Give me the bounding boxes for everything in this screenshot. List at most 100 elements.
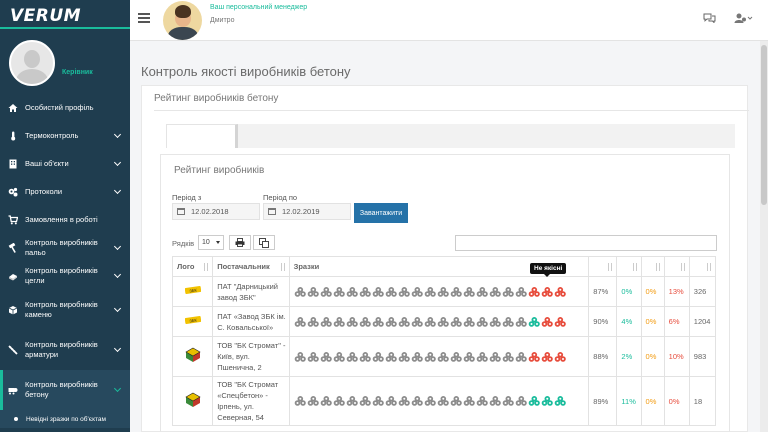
- sidebar-item-label: Контроль виробників арматури: [25, 340, 98, 359]
- quality-percent: 90%: [588, 306, 618, 337]
- sidebar-item-rebar[interactable]: Контроль виробників арматури: [0, 330, 130, 370]
- chat-icon[interactable]: [703, 13, 716, 23]
- avatar[interactable]: [9, 40, 55, 86]
- col-header-quality[interactable]: [588, 256, 618, 277]
- brick-icon: [9, 274, 17, 281]
- supplier-cell: ПАТ «Завод ЗБК ім. С. Ковальської»: [212, 306, 290, 337]
- panel-title: Рейтинг виробників бетону: [154, 93, 279, 104]
- supplier-cell: ПАТ "Дарницький завод ЗБК": [212, 276, 290, 307]
- period-from-label: Період з: [172, 193, 202, 202]
- page-title: Контроль якості виробників бетону: [141, 64, 351, 79]
- cogs-icon: [8, 187, 18, 197]
- section-title: Рейтинг виробників: [174, 165, 265, 176]
- hammer-icon: [8, 243, 16, 253]
- thermometer-icon: [11, 131, 16, 141]
- quality-percent: 88%: [588, 336, 618, 377]
- producer-logo: [185, 392, 201, 407]
- sidebar-item-piles[interactable]: Контроль виробників пальо: [0, 234, 130, 262]
- table-row[interactable]: ЗБК ПАТ "Дарницький завод ЗБК" 87% 0% 0% 13% 3…: [171, 276, 717, 307]
- col-header-logo[interactable]: Лого: [171, 256, 214, 277]
- copy-icon: [259, 237, 269, 248]
- sample-icons[interactable]: [294, 350, 589, 364]
- sort-icon: [680, 263, 685, 271]
- brand-accent-line: [0, 27, 130, 29]
- logo-cell: ЗБК: [171, 276, 214, 307]
- col-header-bad[interactable]: [663, 256, 690, 277]
- col-header-warn[interactable]: [616, 256, 642, 277]
- sidebar-item-label: Контроль виробників пальо: [25, 238, 98, 257]
- unknown-percent: 0%: [640, 336, 665, 377]
- sample-icons[interactable]: [294, 285, 589, 299]
- sidebar-item-label: Контроль виробників цегли: [25, 266, 98, 285]
- table-row[interactable]: ТОВ "БК Стромат «Спецбетон» - Ірпень, ул…: [171, 376, 717, 426]
- home-icon: [8, 104, 18, 112]
- sidebar-item-thermocontrol[interactable]: Термоконтроль: [0, 122, 130, 150]
- logo-text: VERUM: [10, 6, 82, 26]
- scrollbar-thumb[interactable]: [761, 45, 767, 205]
- calendar-icon: [268, 208, 276, 215]
- sidebar-item-label: Контроль виробників каменю: [25, 300, 98, 319]
- sidebar-item-profile[interactable]: Особистий профіль: [0, 94, 130, 122]
- sort-icon: [204, 263, 209, 271]
- cart-icon: [8, 215, 18, 225]
- sidebar-item-objects[interactable]: Ваші об'єкти: [0, 150, 130, 178]
- rebar-icon: [8, 345, 18, 355]
- period-to-input[interactable]: 12.02.2019: [263, 203, 351, 220]
- sidebar-subitem-label: Невідні зразки по об'єктам: [26, 415, 106, 423]
- bullet-icon: [14, 417, 18, 421]
- col-header-supplier[interactable]: Постачальник: [212, 256, 290, 277]
- table-search-input[interactable]: [455, 235, 717, 251]
- sample-icons[interactable]: [294, 315, 589, 329]
- supplier-cell: ТОВ "БК Стромат" - Київ, вул. Пшенична, …: [212, 336, 290, 377]
- samples-cell[interactable]: [288, 306, 590, 337]
- table-row[interactable]: ЗБК ПАТ «Завод ЗБК ім. С. Ковальської» 90%…: [171, 306, 717, 337]
- building-icon: [9, 159, 17, 169]
- sidebar-item-bricks[interactable]: Контроль виробників цегли: [0, 262, 130, 290]
- rows-per-page-select[interactable]: 10: [198, 235, 224, 250]
- sample-icons[interactable]: [294, 394, 589, 408]
- sidebar: VERUM Керівник Особистий профіль Термоко…: [0, 0, 130, 432]
- bad-percent: 6%: [663, 306, 690, 337]
- samples-cell[interactable]: [288, 336, 590, 377]
- print-button[interactable]: [229, 235, 251, 250]
- user-role: Керівник: [62, 69, 93, 76]
- supplier-cell: ТОВ "БК Стромат «Спецбетон» - Ірпень, ул…: [212, 376, 290, 426]
- sidebar-subitem-samples[interactable]: Невідні зразки по об'єктам: [0, 410, 130, 428]
- top-bar: Ваш персональний менеджер Дмитро: [130, 0, 768, 41]
- rows-per-page-value: 10: [202, 239, 210, 246]
- sort-icon: [632, 263, 637, 271]
- quality-percent: 87%: [588, 276, 618, 307]
- sidebar-item-stone[interactable]: Контроль виробників каменю: [0, 290, 130, 330]
- sidebar-item-label: Замовлення в роботі: [25, 215, 98, 224]
- period-to-label: Період по: [263, 193, 298, 202]
- samples-cell[interactable]: [288, 276, 590, 307]
- tab-bar: [166, 124, 735, 148]
- copy-button[interactable]: [253, 235, 275, 250]
- table-row[interactable]: ТОВ "БК Стромат" - Київ, вул. Пшенична, …: [171, 336, 717, 377]
- manager-avatar: [163, 1, 202, 40]
- unknown-percent: 0%: [640, 376, 665, 426]
- svg-text:ЗБК: ЗБК: [189, 317, 198, 323]
- warn-percent: 0%: [616, 276, 642, 307]
- divider: [154, 110, 749, 111]
- producer-logo: [185, 347, 201, 362]
- samples-cell[interactable]: [288, 376, 590, 426]
- sample-count: 18: [688, 376, 717, 426]
- sidebar-item-concrete[interactable]: Контроль виробників бетону: [0, 370, 130, 410]
- menu-toggle-icon[interactable]: [138, 13, 150, 23]
- caret-down-icon: [216, 241, 220, 244]
- col-header-total[interactable]: [688, 256, 717, 277]
- period-from-input[interactable]: 12.02.2018: [172, 203, 260, 220]
- bad-percent: 0%: [663, 376, 690, 426]
- tab-active[interactable]: [166, 124, 238, 148]
- sidebar-item-orders[interactable]: Замовлення в роботі: [0, 206, 130, 234]
- sidebar-item-protocols[interactable]: Протоколи: [0, 178, 130, 206]
- warn-percent: 4%: [616, 306, 642, 337]
- col-header-unknown[interactable]: [640, 256, 665, 277]
- period-to-value: 12.02.2019: [282, 207, 320, 216]
- svg-text:ЗБК: ЗБК: [189, 287, 198, 293]
- user-menu-icon[interactable]: [734, 13, 754, 23]
- concrete-icon: [8, 388, 18, 395]
- sort-icon: [608, 263, 613, 271]
- load-button[interactable]: Завантажити: [354, 203, 408, 223]
